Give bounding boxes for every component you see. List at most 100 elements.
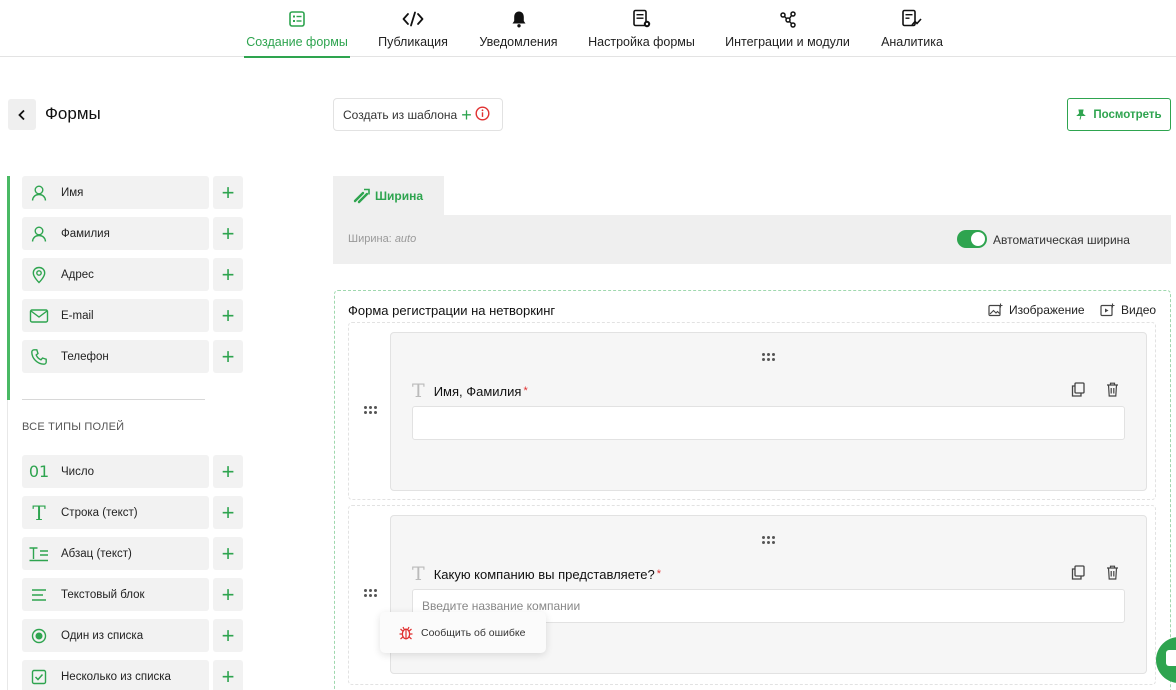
required-mark: * <box>656 568 662 580</box>
add-address-button[interactable]: + <box>213 258 243 291</box>
add-number-button[interactable]: + <box>213 455 243 488</box>
tab-label: Создание формы <box>246 35 348 49</box>
sidebar-field-text-block[interactable]: Текстовый блок <box>22 578 209 611</box>
tab-label: Уведомления <box>479 35 558 49</box>
add-radio-button[interactable]: + <box>213 619 243 652</box>
sidebar-field-first-name[interactable]: Имя <box>22 176 209 209</box>
tab-label: Аналитика <box>881 35 943 49</box>
sidebar-divider <box>22 399 205 400</box>
report-error-label: Сообщить об ошибке <box>421 626 526 639</box>
paragraph-icon <box>24 546 54 562</box>
plus-icon: + <box>461 104 472 125</box>
field-label: Адрес <box>61 268 94 281</box>
top-navigation: Создание формы Публикация Уведомления На… <box>0 0 1176 58</box>
tab-publish[interactable]: Публикация <box>378 8 448 49</box>
tab-label: Интеграции и модули <box>725 35 850 49</box>
card-drag-handle-icon[interactable] <box>762 353 775 361</box>
tab-analytics[interactable]: Аналитика <box>881 8 943 49</box>
question-title[interactable]: T Какую компанию вы представляете? * <box>412 563 661 585</box>
analytics-icon <box>901 8 923 30</box>
create-from-template-button[interactable]: Создать из шаблона + <box>333 98 503 131</box>
add-paragraph-button[interactable]: + <box>213 537 243 570</box>
tab-form-settings[interactable]: Настройка формы <box>588 8 695 49</box>
text-block-icon <box>24 588 54 602</box>
add-first-name-button[interactable]: + <box>213 176 243 209</box>
trash-icon[interactable] <box>1104 381 1120 397</box>
text-icon: T <box>32 500 46 525</box>
width-label-prefix: Ширина: <box>348 233 392 245</box>
tab-label: Настройка формы <box>588 35 695 49</box>
field-label: Строка (текст) <box>61 506 138 519</box>
pin-icon <box>1076 109 1087 120</box>
copy-icon[interactable] <box>1070 564 1086 580</box>
info-icon[interactable] <box>475 105 490 124</box>
sidebar-field-checkbox[interactable]: Несколько из списка <box>22 660 209 690</box>
location-icon <box>24 266 54 284</box>
tab-label: Публикация <box>378 35 448 49</box>
width-tab-label: Ширина <box>375 188 424 203</box>
sidebar-field-address[interactable]: Адрес <box>22 258 209 291</box>
name-surname-input[interactable] <box>412 406 1125 440</box>
question-title-text: Имя, Фамилия <box>433 383 522 399</box>
auto-width-toggle[interactable] <box>957 230 987 248</box>
toggle-knob <box>971 232 985 246</box>
input-placeholder: Введите название компании <box>422 599 581 613</box>
field-label: Несколько из списка <box>61 670 171 683</box>
width-tab[interactable]: Ширина <box>333 176 444 215</box>
row-drag-handle-icon[interactable] <box>364 406 377 414</box>
text-type-icon: T <box>412 563 425 585</box>
sidebar-field-number[interactable]: 01 Число <box>22 455 209 488</box>
add-video-button[interactable]: Видео <box>1100 303 1156 317</box>
width-value-label: Ширина: auto <box>348 233 416 245</box>
auto-width-label: Автоматическая ширина <box>993 233 1130 247</box>
question-title[interactable]: T Имя, Фамилия * <box>412 380 528 402</box>
form-title[interactable]: Форма регистрации на нетворкинг <box>348 303 555 318</box>
sidebar-line <box>7 400 8 690</box>
checkbox-icon <box>24 669 54 685</box>
preview-button[interactable]: Посмотреть <box>1067 98 1171 131</box>
add-image-button[interactable]: Изображение <box>988 303 1085 317</box>
user-icon <box>24 225 54 243</box>
video-icon <box>1100 303 1115 317</box>
field-label: Один из списка <box>61 629 144 642</box>
back-button[interactable] <box>8 99 36 130</box>
sidebar-field-phone[interactable]: Телефон <box>22 340 209 373</box>
field-label: E-mail <box>61 309 94 322</box>
add-phone-button[interactable]: + <box>213 340 243 373</box>
mail-icon <box>24 308 54 324</box>
image-label: Изображение <box>1009 303 1085 317</box>
field-label: Телефон <box>61 350 109 363</box>
field-label: Имя <box>61 186 84 199</box>
add-text-block-button[interactable]: + <box>213 578 243 611</box>
radio-icon <box>24 628 54 644</box>
sidebar-field-last-name[interactable]: Фамилия <box>22 217 209 250</box>
settings-doc-icon <box>632 8 652 30</box>
tab-integrations[interactable]: Интеграции и модули <box>725 8 850 49</box>
question-title-text: Какую компанию вы представляете? <box>433 566 655 582</box>
integrations-icon <box>779 8 797 30</box>
sidebar-field-string[interactable]: T Строка (текст) <box>22 496 209 529</box>
text-type-icon: T <box>412 380 425 402</box>
row-drag-handle-icon[interactable] <box>364 589 377 597</box>
field-label: Число <box>61 465 95 478</box>
tab-notifications[interactable]: Уведомления <box>479 8 558 49</box>
sidebar-field-paragraph[interactable]: Абзац (текст) <box>22 537 209 570</box>
report-error-button[interactable]: Сообщить об ошибке <box>380 612 546 653</box>
field-label: Фамилия <box>61 227 110 240</box>
chat-icon <box>1166 650 1176 666</box>
sidebar-field-email[interactable]: E-mail <box>22 299 209 332</box>
add-email-button[interactable]: + <box>213 299 243 332</box>
card-drag-handle-icon[interactable] <box>762 536 775 544</box>
copy-icon[interactable] <box>1070 381 1086 397</box>
trash-icon[interactable] <box>1104 564 1120 580</box>
sidebar-field-radio[interactable]: Один из списка <box>22 619 209 652</box>
tab-form-builder[interactable]: Создание формы <box>244 8 350 58</box>
add-string-button[interactable]: + <box>213 496 243 529</box>
phone-icon <box>24 348 54 366</box>
field-label: Текстовый блок <box>61 588 145 601</box>
preview-button-label: Посмотреть <box>1093 108 1162 121</box>
template-button-label: Создать из шаблона <box>343 107 458 122</box>
add-checkbox-button[interactable]: + <box>213 660 243 690</box>
all-field-types-heading: ВСЕ ТИПЫ ПОЛЕЙ <box>22 421 125 433</box>
add-last-name-button[interactable]: + <box>213 217 243 250</box>
